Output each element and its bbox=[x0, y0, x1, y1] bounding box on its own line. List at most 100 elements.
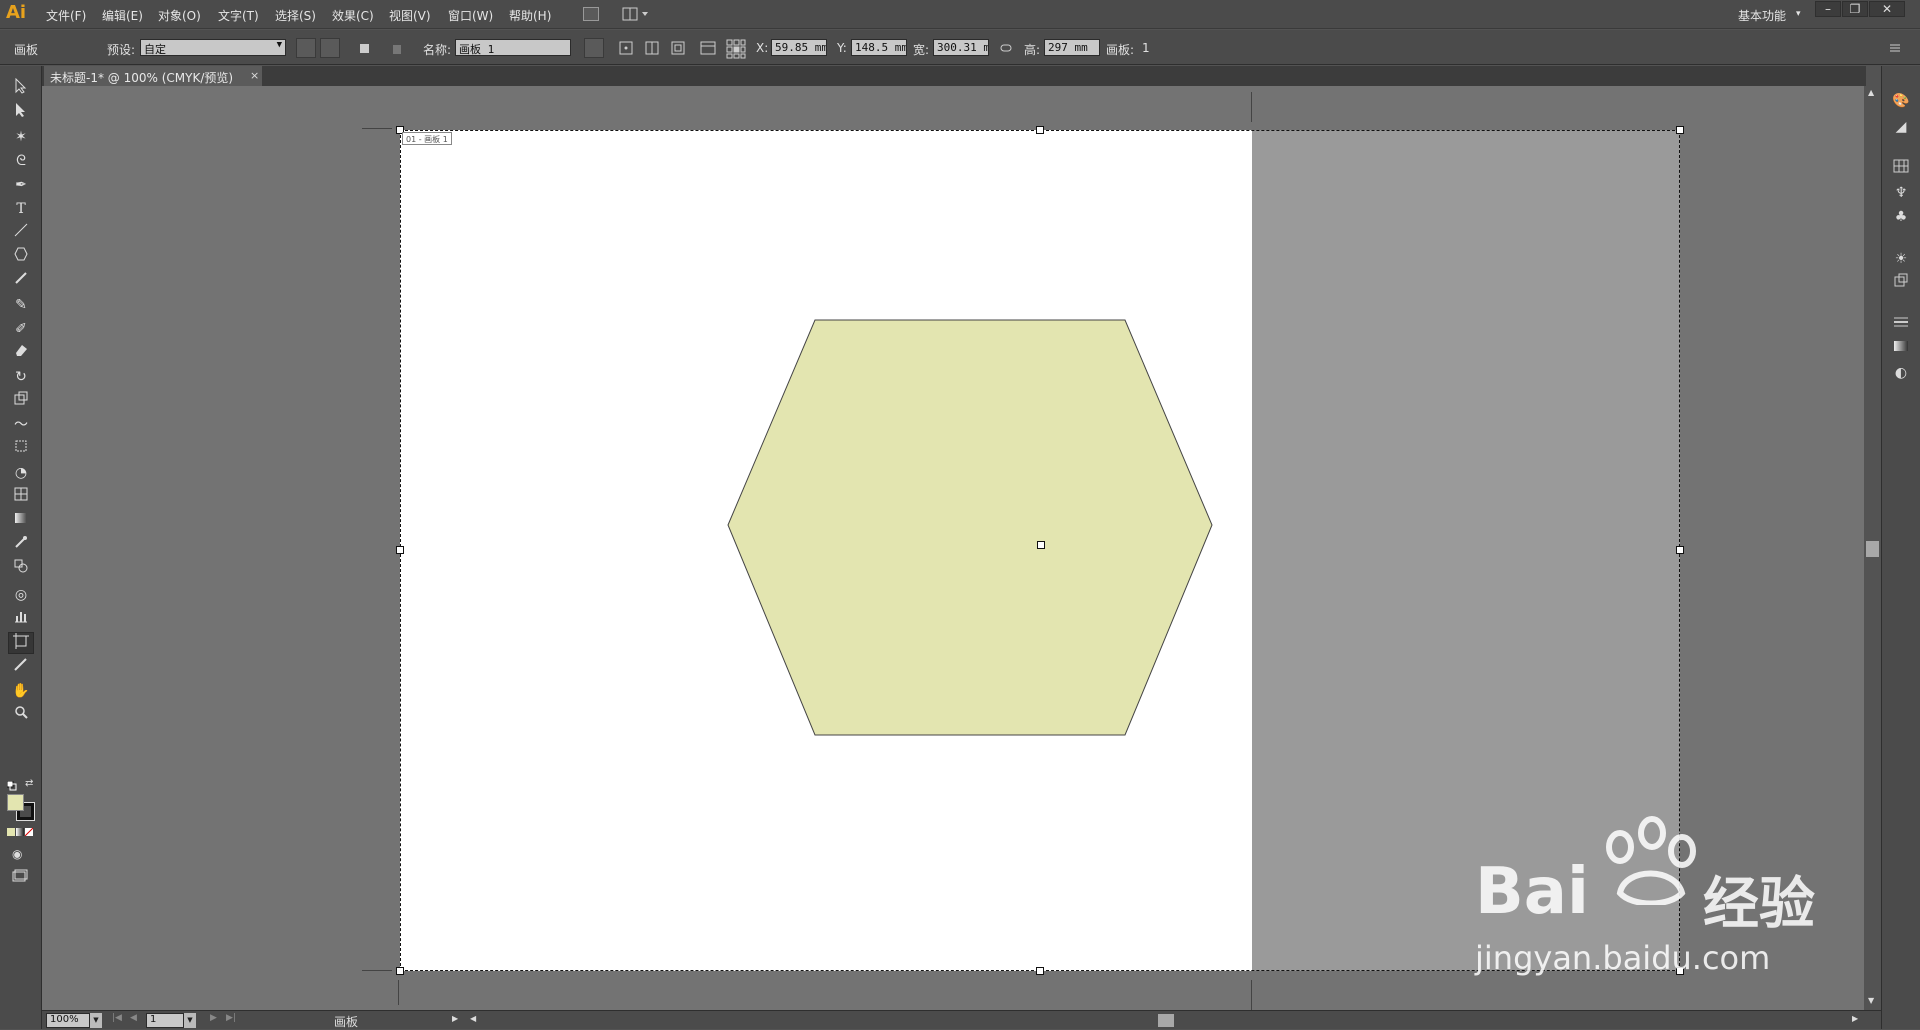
new-artboard-icon[interactable] bbox=[356, 39, 374, 57]
close-window-button[interactable]: ✕ bbox=[1869, 1, 1905, 17]
show-video-safe-areas-icon[interactable] bbox=[669, 39, 687, 57]
none-mode-icon[interactable] bbox=[25, 828, 33, 836]
zoom-tool[interactable] bbox=[8, 704, 34, 726]
bridge-icon[interactable] bbox=[583, 7, 599, 21]
color-panel-icon[interactable]: 🎨 bbox=[1890, 90, 1912, 112]
document-tab[interactable]: 未标题-1* @ 100% (CMYK/预览) × bbox=[44, 66, 262, 86]
eraser-tool[interactable] bbox=[8, 342, 34, 364]
workspace-switcher[interactable]: 基本功能 bbox=[1738, 7, 1786, 24]
default-colors-icon[interactable] bbox=[6, 780, 17, 791]
resize-handle-left[interactable] bbox=[396, 546, 404, 554]
artboard-number-select[interactable]: 1 bbox=[146, 1013, 184, 1028]
menu-select[interactable]: 选择(S) bbox=[275, 7, 316, 24]
transparency-panel-icon[interactable]: ◐ bbox=[1890, 362, 1912, 384]
symbol-sprayer-tool[interactable]: ◎ bbox=[8, 584, 34, 606]
menu-object[interactable]: 对象(O) bbox=[158, 7, 201, 24]
eyedropper-tool[interactable] bbox=[8, 534, 34, 556]
resize-handle-bottom-left[interactable] bbox=[396, 967, 404, 975]
free-transform-tool[interactable] bbox=[8, 438, 34, 460]
blend-tool[interactable] bbox=[8, 558, 34, 580]
symbols-panel-icon[interactable]: ♣ bbox=[1890, 206, 1912, 228]
menu-effect[interactable]: 效果(C) bbox=[332, 7, 374, 24]
x-position-input[interactable]: 59.85 mm bbox=[771, 39, 827, 56]
artboard-name-input[interactable]: 画板 1 bbox=[455, 39, 571, 56]
warp-tool[interactable]: 〜 bbox=[8, 414, 34, 436]
horizontal-scroll-thumb[interactable] bbox=[1158, 1014, 1174, 1027]
fill-color-swatch[interactable] bbox=[7, 794, 24, 811]
menu-view[interactable]: 视图(V) bbox=[389, 7, 431, 24]
restore-button[interactable]: ❐ bbox=[1842, 1, 1868, 17]
close-tab-icon[interactable]: × bbox=[250, 69, 259, 82]
show-center-mark-icon[interactable] bbox=[617, 39, 635, 57]
shape-builder-tool[interactable]: ◔ bbox=[8, 462, 34, 484]
menu-type[interactable]: 文字(T) bbox=[218, 7, 259, 24]
menu-edit[interactable]: 编辑(E) bbox=[102, 7, 143, 24]
menu-window[interactable]: 窗口(W) bbox=[448, 7, 493, 24]
reference-point-icon[interactable] bbox=[726, 39, 746, 59]
landscape-orientation-button[interactable] bbox=[320, 38, 340, 58]
constrain-proportions-icon[interactable] bbox=[997, 39, 1015, 57]
show-cross-hairs-icon[interactable] bbox=[643, 39, 661, 57]
delete-artboard-icon[interactable] bbox=[388, 39, 406, 57]
polygon-tool[interactable] bbox=[8, 246, 34, 268]
lasso-tool[interactable]: ᘓ bbox=[8, 150, 34, 172]
swap-colors-icon[interactable]: ⇄ bbox=[25, 778, 33, 789]
pen-tool[interactable]: ✒ bbox=[8, 174, 34, 196]
selection-tool[interactable] bbox=[8, 77, 34, 100]
zoom-level-select[interactable]: 100% bbox=[46, 1013, 90, 1028]
color-guide-panel-icon[interactable]: ◢ bbox=[1890, 116, 1912, 138]
artboard-tool[interactable] bbox=[8, 632, 34, 654]
move-copy-artwork-button[interactable] bbox=[584, 38, 604, 58]
first-artboard-icon[interactable]: |◀ bbox=[112, 1013, 122, 1023]
direct-selection-tool[interactable] bbox=[8, 102, 34, 124]
arrange-documents-icon[interactable] bbox=[622, 7, 650, 21]
scale-tool[interactable] bbox=[8, 390, 34, 412]
control-panel-menu-icon[interactable] bbox=[1886, 39, 1904, 57]
brushes-panel-icon[interactable]: ♆ bbox=[1890, 182, 1912, 204]
graphic-styles-panel-icon[interactable] bbox=[1890, 272, 1912, 294]
resize-handle-top-right[interactable] bbox=[1676, 126, 1684, 134]
column-graph-tool[interactable] bbox=[8, 608, 34, 630]
rotate-tool[interactable]: ↻ bbox=[8, 366, 34, 388]
gradient-tool[interactable] bbox=[8, 510, 34, 532]
resize-handle-top[interactable] bbox=[1036, 126, 1044, 134]
gradient-panel-icon[interactable] bbox=[1890, 338, 1912, 360]
y-position-input[interactable]: 148.5 mm bbox=[851, 39, 907, 56]
next-artboard-icon[interactable]: ▶ bbox=[210, 1013, 217, 1023]
minimize-button[interactable]: – bbox=[1815, 1, 1841, 17]
paintbrush-tool[interactable] bbox=[8, 270, 34, 292]
last-artboard-icon[interactable]: ▶| bbox=[226, 1013, 236, 1023]
height-input[interactable]: 297 mm bbox=[1044, 39, 1100, 56]
scroll-right-icon[interactable]: ▶ bbox=[1852, 1014, 1858, 1023]
vertical-scrollbar[interactable]: ▲ ▼ bbox=[1864, 86, 1881, 1010]
screen-mode-icon[interactable] bbox=[12, 869, 28, 885]
menu-file[interactable]: 文件(F) bbox=[46, 7, 86, 24]
width-input[interactable]: 300.31 m bbox=[933, 39, 989, 56]
resize-handle-bottom[interactable] bbox=[1036, 967, 1044, 975]
vertical-scroll-thumb[interactable] bbox=[1866, 541, 1879, 557]
color-mode-icon[interactable] bbox=[7, 828, 15, 836]
artboard-options-icon[interactable] bbox=[699, 39, 717, 57]
scroll-left-icon[interactable]: ◀ bbox=[470, 1014, 476, 1023]
scroll-down-icon[interactable]: ▼ bbox=[1868, 996, 1874, 1005]
artboard-dropdown-icon[interactable]: ▼ bbox=[184, 1013, 196, 1028]
preset-select[interactable]: 自定 ▼ bbox=[140, 39, 286, 56]
resize-handle-right[interactable] bbox=[1676, 546, 1684, 554]
stroke-panel-icon[interactable] bbox=[1890, 314, 1912, 336]
appearance-panel-icon[interactable]: ☀ bbox=[1890, 248, 1912, 270]
draw-mode-icon[interactable]: ◉ bbox=[12, 847, 28, 863]
slice-tool[interactable] bbox=[8, 656, 34, 678]
workspace-dropdown-icon[interactable]: ▾ bbox=[1796, 9, 1801, 19]
magic-wand-tool[interactable]: ✶ bbox=[8, 126, 34, 148]
mesh-tool[interactable] bbox=[8, 486, 34, 508]
zoom-dropdown-icon[interactable]: ▼ bbox=[90, 1013, 102, 1028]
previous-artboard-icon[interactable]: ◀ bbox=[130, 1013, 137, 1023]
blob-brush-tool[interactable]: ✐ bbox=[8, 318, 34, 340]
pencil-tool[interactable]: ✎ bbox=[8, 294, 34, 316]
portrait-orientation-button[interactable] bbox=[296, 38, 316, 58]
status-menu-icon[interactable]: ▶ bbox=[452, 1014, 458, 1023]
swatches-panel-icon[interactable] bbox=[1890, 158, 1912, 180]
gradient-mode-icon[interactable] bbox=[16, 828, 24, 836]
menu-help[interactable]: 帮助(H) bbox=[509, 7, 551, 24]
scroll-up-icon[interactable]: ▲ bbox=[1868, 88, 1874, 97]
